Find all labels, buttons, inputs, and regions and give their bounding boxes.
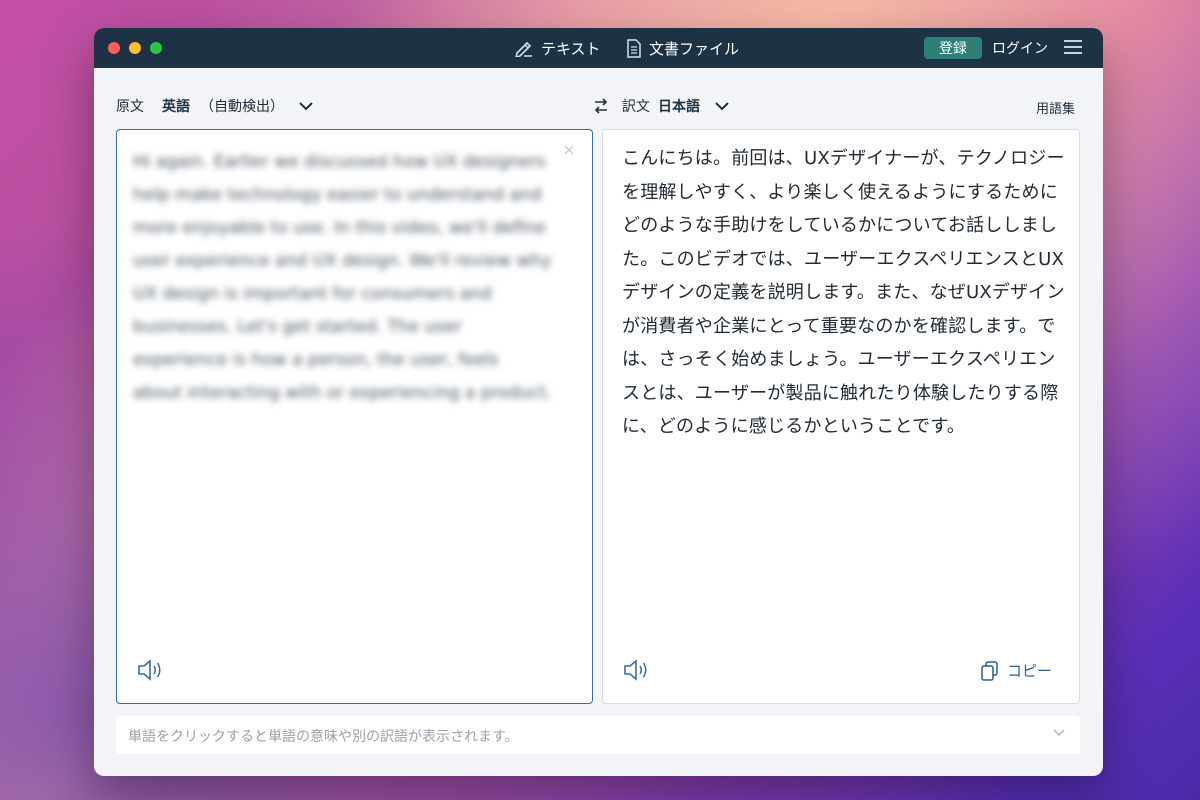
hamburger-menu-icon[interactable] [1064,40,1082,56]
word-hint-bar[interactable]: 単語をクリックすると単語の意味や別の訳語が表示されます。 [116,716,1080,754]
glossary-link[interactable]: 用語集 [1036,98,1075,117]
signup-button[interactable]: 登録 [924,37,982,59]
copy-icon [981,660,998,681]
clear-text-icon[interactable] [563,144,575,156]
source-language-selector[interactable]: 原文 英語 （自動検出） [116,94,314,118]
copy-button[interactable]: コピー [981,660,1052,681]
target-label: 訳文 [622,99,650,115]
chevron-down-icon [715,102,729,111]
tab-text[interactable]: テキスト [514,36,601,60]
speaker-icon[interactable] [137,658,165,682]
target-text-panel: こんにちは。前回は、UXデザイナーが、テクノロジーを理解しやすく、より楽しく使え… [602,129,1080,704]
source-text-panel[interactable]: Hi again. Earlier we discussed how UX de… [116,129,593,704]
swap-languages-icon[interactable] [594,98,608,114]
tab-document-file-label: 文書ファイル [649,39,740,58]
login-link[interactable]: ログイン [992,38,1048,58]
source-text-input[interactable]: Hi again. Earlier we discussed how UX de… [133,146,553,410]
copy-label: コピー [1007,662,1053,680]
tab-document-file[interactable]: 文書ファイル [626,36,739,60]
target-language-name: 日本語 [658,99,700,115]
window-minimize-button[interactable] [129,42,141,54]
title-bar: テキスト 文書ファイル 登録 ログイン [94,28,1103,68]
source-auto-detect: （自動検出） [200,99,284,115]
translator-window: テキスト 文書ファイル 登録 ログイン 原文 英語 （自動検出） 訳文 日本語 [94,28,1103,776]
translated-text: こんにちは。前回は、UXデザイナーが、テクノロジーを理解しやすく、より楽しく使え… [622,148,1065,437]
chevron-down-icon [299,102,313,111]
target-language-selector[interactable]: 訳文 日本語 [594,94,730,118]
speaker-icon[interactable] [623,658,651,682]
document-icon [627,38,641,58]
source-language-name: 英語 [162,99,190,115]
pencil-icon [515,41,532,57]
window-close-button[interactable] [108,42,120,54]
source-label: 原文 [116,99,144,115]
chevron-down-icon[interactable] [1052,728,1066,737]
word-hint-text: 単語をクリックすると単語の意味や別の訳語が表示されます。 [128,729,519,745]
window-maximize-button[interactable] [150,42,162,54]
tab-text-label: テキスト [541,39,601,58]
